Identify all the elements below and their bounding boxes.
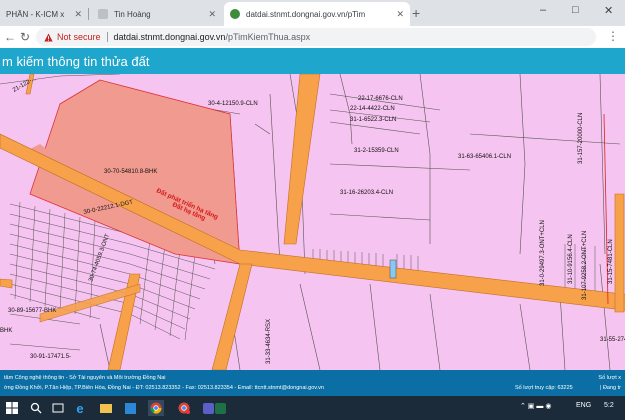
parcel-label: 31-33-4634-RSX (266, 319, 272, 364)
tray-icons: ⌃ ▣ ▬ ◉ (520, 403, 552, 410)
windows-taskbar: e ⌃ ▣ ▬ ◉ ENG 5:2 (0, 396, 625, 420)
page-favicon-icon (98, 9, 108, 19)
close-icon[interactable]: ✕ (208, 9, 216, 20)
parcel-label: 31-0-29497.3-ONT+CLN (540, 220, 546, 286)
close-icon[interactable]: ✕ (396, 9, 404, 20)
parcel-label: 31-157-20000-CLN (578, 113, 584, 164)
edge-icon[interactable]: e (72, 400, 88, 416)
omnibox[interactable]: Not secure datdai.stnmt.dongnai.gov.vn/p… (36, 28, 596, 46)
parcel-label: 22-14-4422-CLN (350, 106, 395, 112)
maximize-button[interactable]: □ (572, 4, 579, 16)
back-arrow-icon[interactable]: ← (4, 30, 16, 44)
page-header: m kiếm thông tin thửa đất (0, 48, 625, 74)
windows-start-icon[interactable] (4, 400, 20, 416)
security-label: Not secure (57, 32, 101, 42)
search-icon[interactable] (28, 400, 44, 416)
parcel-label: 22-17-6676-CLN (358, 96, 403, 102)
url-path: /pTimKiemThua.aspx (225, 32, 311, 42)
parcel-label: 31-107-9258.2-ONT+CLN (582, 231, 588, 300)
cadastral-map[interactable]: 21-122-... 30-4-12150.9-CLN 22-17-6676-C… (0, 74, 625, 370)
tab-label: PHẦN - K-ICM x (6, 9, 65, 19)
parcel-label: 31-16-26203.4-CLN (340, 190, 393, 196)
parcel-label: BHK (0, 328, 12, 334)
url-host: datdai.stnmt.dongnai.gov.vn (113, 32, 226, 42)
parcel-label: 21-122-... (12, 76, 38, 94)
page-footer: tâm Công nghệ thông tin - Sở Tài nguyên … (0, 370, 625, 396)
minimize-button[interactable]: – (540, 4, 546, 16)
tab-tin-hoang[interactable]: Tin Hoàng ✕ (92, 2, 222, 26)
parcel-label: 31-15-7481-CLN (608, 239, 614, 284)
menu-icon[interactable]: ⋮ (607, 29, 619, 43)
parcel-label: 30-74-4059.3-ONT (88, 233, 111, 283)
parcel-label: 31-10-9156.4-CLN (568, 234, 574, 284)
map-canvas[interactable]: 21-122-... 30-4-12150.9-CLN 22-17-6676-C… (0, 74, 625, 370)
close-window-button[interactable]: ✕ (604, 4, 613, 17)
site-favicon-icon (230, 9, 240, 19)
warning-icon (44, 32, 53, 42)
footer-right-bottom: | Đang tr (600, 385, 621, 391)
excel-app-icon[interactable] (212, 400, 228, 416)
close-icon[interactable]: ✕ (74, 9, 82, 20)
tab-datdai[interactable]: datdai.stnmt.dongnai.gov.vn/pTim ✕ (224, 2, 410, 26)
footer-right-top: Số lượt x (598, 375, 621, 381)
tab-label: Tin Hoàng (114, 9, 151, 19)
language-indicator[interactable]: ENG (576, 402, 591, 409)
new-tab-button[interactable]: + (412, 5, 420, 21)
task-view-icon[interactable] (50, 400, 66, 416)
tab-kicm[interactable]: PHẦN - K-ICM x ✕ (0, 2, 88, 26)
clock[interactable]: 5:2 (604, 402, 614, 409)
parcel-label: 30-91-17471.5- (30, 354, 71, 360)
parcel-label: 31-1-6522.3-CLN (350, 117, 396, 123)
page-title: m kiếm thông tin thửa đất (2, 53, 150, 69)
parcel-label: 30-89-15677-BHK (8, 308, 56, 314)
footer-org: tâm Công nghệ thông tin - Sở Tài nguyên … (4, 375, 166, 381)
tab-bar: PHẦN - K-ICM x ✕ Tin Hoàng ✕ datdai.stnm… (0, 0, 625, 26)
parcel-label: 30-4-12150.9-CLN (208, 101, 258, 107)
chrome-profile-icon[interactable] (176, 400, 192, 416)
parcel-label: 30-70-54810.8-BHK (104, 169, 157, 175)
footer-address: ờng Đồng Khởi, P.Tân Hiệp, TP.Biên Hòa, … (4, 385, 324, 391)
tab-label: datdai.stnmt.dongnai.gov.vn/pTim (246, 9, 366, 19)
highlighted-lot[interactable] (389, 259, 397, 279)
parcel-label: 31-63-65406.1-CLN (458, 154, 511, 160)
reload-icon[interactable]: ↻ (20, 30, 30, 44)
parcel-label: 31-2-15359-CLN (354, 148, 399, 154)
store-icon[interactable] (122, 400, 138, 416)
address-bar: ← ↻ Not secure datdai.stnmt.dongnai.gov.… (0, 26, 625, 49)
chrome-icon[interactable] (148, 400, 164, 416)
parcel-label: 31-55-274 (600, 337, 625, 343)
visit-counter: Số lượt truy cập: 63225 (515, 385, 573, 391)
file-explorer-icon[interactable] (98, 400, 114, 416)
